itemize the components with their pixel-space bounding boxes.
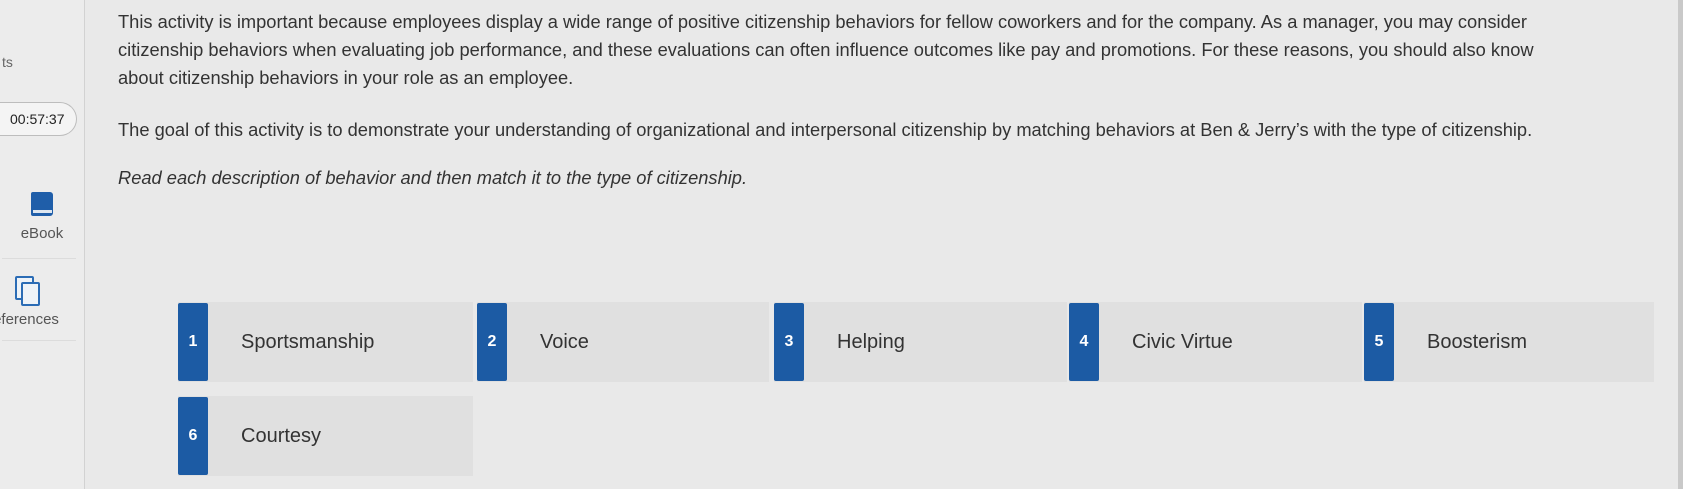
term-card-sportsmanship[interactable]: 1 Sportsmanship (178, 302, 473, 382)
card-term-label: Civic Virtue (1132, 330, 1233, 353)
goal-paragraph: The goal of this activity is to demonstr… (118, 119, 1533, 140)
card-term-label: Boosterism (1427, 330, 1528, 353)
sidebar-divider (2, 258, 76, 259)
references-icon (13, 276, 40, 306)
intro-paragraph: This activity is important because emplo… (118, 11, 1534, 88)
sidebar-divider (2, 340, 76, 341)
term-card-voice[interactable]: 2 Voice (477, 302, 769, 382)
card-number-badge: 1 (178, 303, 208, 381)
book-icon (31, 192, 53, 216)
card-number-badge: 2 (477, 303, 507, 381)
left-sidebar: ts 00:57:37 eBook eferences (0, 0, 85, 489)
ebook-button[interactable]: eBook (0, 192, 84, 242)
card-number-badge: 3 (774, 303, 804, 381)
card-number-badge: 5 (1364, 303, 1394, 381)
references-label: eferences (0, 311, 59, 328)
references-button[interactable]: eferences (0, 276, 68, 328)
card-term-label: Helping (837, 330, 905, 353)
page-scrollbar[interactable] (1678, 0, 1683, 489)
card-number-badge: 6 (178, 397, 208, 475)
activity-instructions: This activity is important because emplo… (118, 8, 1578, 192)
card-term-label: Courtesy (241, 424, 322, 447)
timer-display[interactable]: 00:57:37 (0, 102, 77, 136)
term-card-boosterism[interactable]: 5 Boosterism (1364, 302, 1654, 382)
sidebar-partial-label: ts (2, 54, 13, 70)
card-term-label: Sportsmanship (241, 330, 375, 353)
term-card-courtesy[interactable]: 6 Courtesy (178, 396, 473, 476)
ebook-label: eBook (20, 225, 64, 242)
term-card-civic-virtue[interactable]: 4 Civic Virtue (1069, 302, 1362, 382)
card-number-badge: 4 (1069, 303, 1099, 381)
instruction-text: Read each description of behavior and th… (118, 167, 748, 188)
card-term-label: Voice (540, 330, 589, 353)
term-card-helping[interactable]: 3 Helping (774, 302, 1067, 382)
